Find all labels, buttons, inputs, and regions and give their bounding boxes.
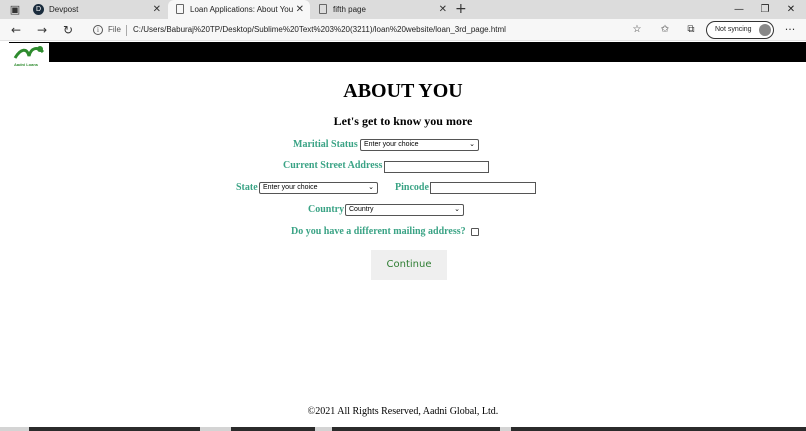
tab-bar: ▣ D Devpost ✕ Loan Applications: About Y…: [0, 0, 806, 19]
continue-button[interactable]: Continue: [371, 250, 447, 280]
pincode-input[interactable]: [430, 182, 536, 194]
tab-actions-icon[interactable]: ▣: [8, 3, 22, 16]
tab-title: Loan Applications: About You: [190, 5, 294, 14]
street-address-label: Current Street Address: [283, 160, 383, 171]
select-value: Enter your choice: [364, 141, 419, 148]
back-arrow-icon[interactable]: ←: [7, 21, 25, 39]
chevron-down-icon: ⌄: [368, 184, 374, 191]
tab-devpost[interactable]: D Devpost ✕: [27, 0, 167, 19]
info-icon[interactable]: i: [93, 25, 103, 35]
url-field[interactable]: C:/Users/Baburaj%20TP/Desktop/Sublime%20…: [133, 19, 506, 41]
state-label: State: [236, 182, 258, 193]
tab-about-you[interactable]: Loan Applications: About You ✕: [168, 0, 310, 19]
sync-label: Not syncing: [715, 26, 752, 33]
mailing-address-checkbox[interactable]: [471, 228, 479, 236]
tab-title: fifth page: [333, 5, 366, 14]
scroll-segment: [231, 427, 315, 431]
tab-title: Devpost: [49, 5, 79, 14]
close-icon[interactable]: ✕: [153, 0, 161, 19]
state-select[interactable]: Enter your choice ⌄: [259, 182, 378, 194]
page-content: Aadni Loans ABOUT YOU Let's get to know …: [0, 42, 806, 431]
page-title: ABOUT YOU: [343, 80, 463, 102]
leaf-logo-icon: [13, 46, 45, 59]
devpost-favicon-icon: D: [33, 4, 44, 15]
file-label: File: [108, 25, 121, 34]
page-icon: [176, 4, 184, 14]
close-window-icon[interactable]: ✕: [778, 0, 804, 19]
site-header: [9, 42, 806, 62]
profile-avatar-icon: [759, 24, 771, 36]
select-value: Country: [349, 206, 374, 213]
tab-fifth-page[interactable]: fifth page ✕: [311, 0, 453, 19]
scroll-segment: [511, 427, 806, 431]
forward-arrow-icon[interactable]: →: [33, 21, 51, 39]
scroll-segment: [332, 427, 500, 431]
scroll-segment: [29, 427, 200, 431]
favorites-list-icon[interactable]: ✩: [658, 23, 672, 37]
site-logo[interactable]: Aadni Loans: [9, 43, 49, 70]
chevron-down-icon: ⌄: [469, 141, 475, 148]
page-subtitle: Let's get to know you more: [333, 114, 473, 128]
logo-text: Aadni Loans: [14, 62, 39, 67]
page-icon: [319, 4, 327, 14]
more-options-icon[interactable]: ···: [782, 21, 798, 39]
marital-status-select[interactable]: Enter your choice ⌄: [360, 139, 479, 151]
restore-icon[interactable]: ❐: [752, 0, 778, 19]
pincode-label: Pincode: [395, 182, 429, 193]
divider: [126, 25, 127, 36]
footer-copyright: ©2021 All Rights Reserved, Aadni Global,…: [307, 406, 499, 417]
select-value: Enter your choice: [263, 184, 318, 191]
street-address-input[interactable]: [384, 161, 489, 173]
collections-icon[interactable]: ⧉: [684, 23, 698, 37]
close-icon[interactable]: ✕: [439, 0, 447, 19]
mailing-address-label: Do you have a different mailing address?: [291, 226, 466, 237]
minimize-icon[interactable]: —: [726, 0, 752, 19]
marital-status-label: Maritial Status: [293, 139, 358, 150]
close-icon[interactable]: ✕: [296, 0, 304, 19]
sync-button[interactable]: Not syncing: [706, 21, 774, 39]
country-label: Country: [308, 204, 345, 215]
new-tab-icon[interactable]: +: [455, 0, 467, 19]
address-bar: ← → ↻ i File C:/Users/Baburaj%20TP/Deskt…: [0, 19, 806, 41]
favorite-star-icon[interactable]: ☆: [630, 23, 644, 37]
chevron-down-icon: ⌄: [454, 206, 460, 213]
country-select[interactable]: Country ⌄: [345, 204, 464, 216]
horizontal-scrollbar[interactable]: [0, 427, 806, 431]
refresh-icon[interactable]: ↻: [59, 21, 77, 39]
